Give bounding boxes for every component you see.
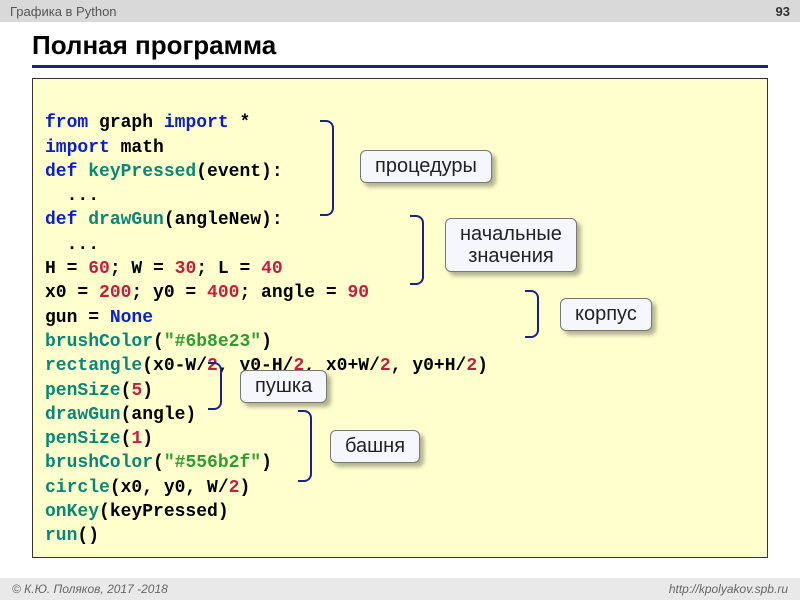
callout-body: корпус — [560, 298, 652, 331]
callout-tower: башня — [330, 430, 420, 463]
code-line: penSize(5) — [45, 381, 153, 401]
code-line: from graph import * — [45, 113, 250, 133]
code-line: def drawGun(angleNew): — [45, 210, 283, 230]
code-line: brushColor("#6b8e23") — [45, 332, 272, 352]
code-line: import math — [45, 138, 164, 158]
code-line: run() — [45, 526, 99, 546]
footer-url: http://kpolyakov.spb.ru — [669, 582, 788, 596]
brace-procedures — [320, 120, 334, 216]
page-number: 93 — [776, 4, 790, 19]
copyright: © К.Ю. Поляков, 2017 -2018 — [12, 582, 168, 596]
code-line: x0 = 200; y0 = 400; angle = 90 — [45, 283, 369, 303]
footer: © К.Ю. Поляков, 2017 -2018 http://kpolya… — [0, 578, 800, 600]
brace-initial-values — [410, 215, 424, 285]
code-line: onKey(keyPressed) — [45, 502, 229, 522]
brace-tower — [298, 410, 312, 482]
code-line: brushColor("#556b2f") — [45, 453, 272, 473]
code-line: circle(x0, y0, W/2) — [45, 478, 250, 498]
brace-body — [525, 290, 539, 338]
code-line: ... — [45, 186, 99, 206]
callout-gun: пушка — [240, 370, 327, 403]
callout-procedures: процедуры — [360, 150, 492, 183]
code-line: H = 60; W = 30; L = 40 — [45, 259, 283, 279]
topbar: Графика в Python 93 — [0, 0, 800, 22]
code-line: drawGun(angle) — [45, 405, 196, 425]
title-underline — [32, 65, 768, 68]
callout-initial-values: начальные значения — [445, 218, 577, 272]
slide-title: Полная программа — [0, 22, 800, 63]
code-line: ... — [45, 235, 99, 255]
brace-gun — [208, 362, 222, 410]
code-line: def keyPressed(event): — [45, 162, 283, 182]
subject-label: Графика в Python — [10, 4, 117, 19]
code-line: penSize(1) — [45, 429, 153, 449]
code-line: gun = None — [45, 308, 153, 328]
